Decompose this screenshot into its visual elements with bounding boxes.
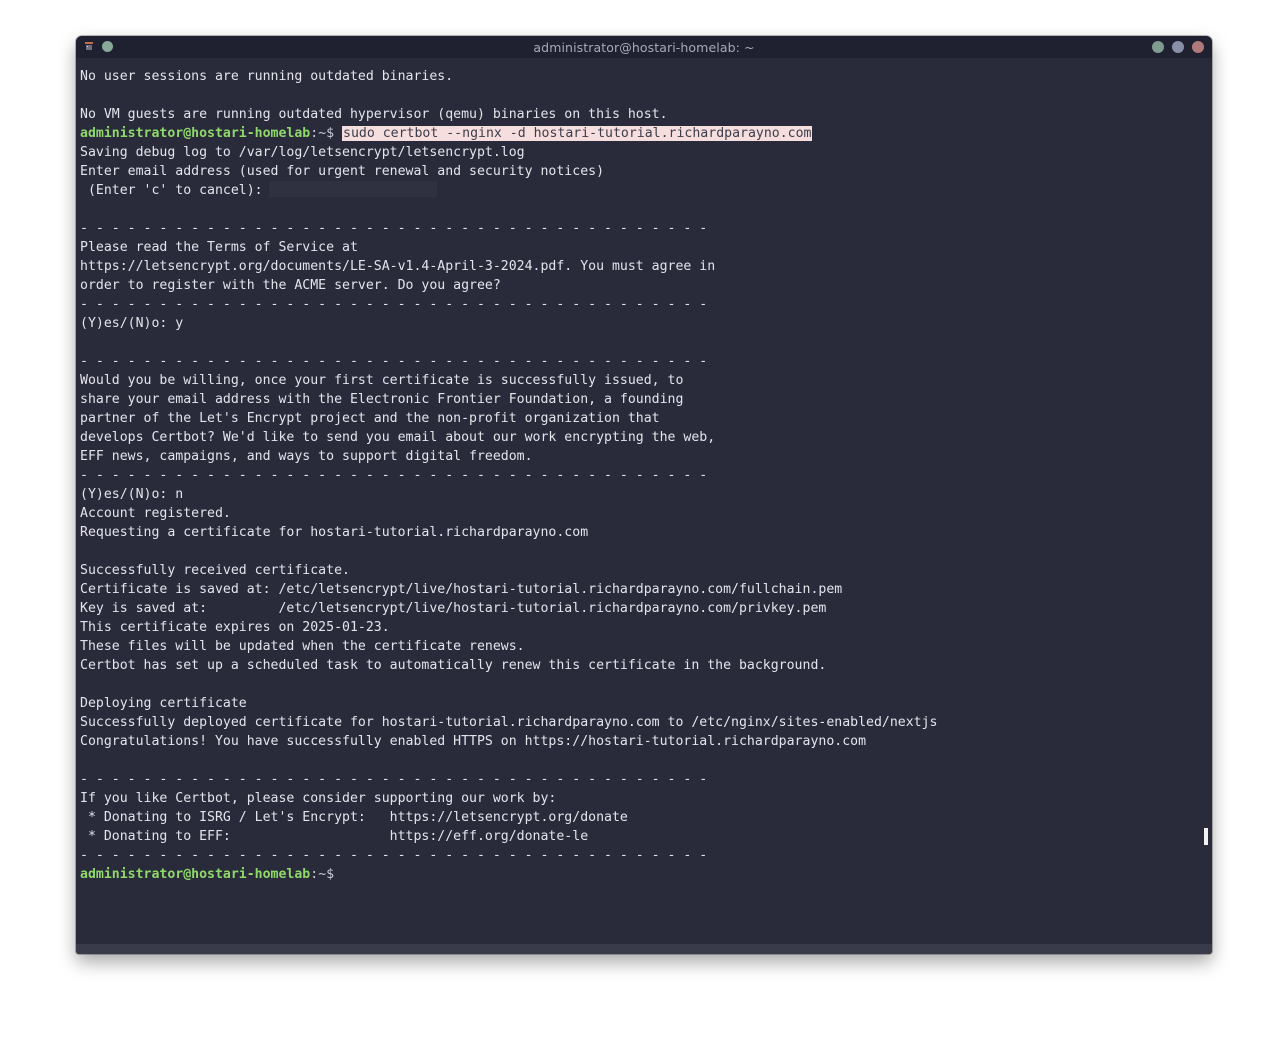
terminal-line: No user sessions are running outdated bi… bbox=[80, 69, 454, 84]
terminal-line: Deploying certificate bbox=[80, 696, 247, 711]
terminal-line: No VM guests are running outdated hyperv… bbox=[80, 107, 668, 122]
terminal-line: Enter email address (used for urgent ren… bbox=[80, 164, 605, 179]
terminal-line: Congratulations! You have successfully e… bbox=[80, 734, 867, 749]
terminal-line: Account registered. bbox=[80, 506, 231, 521]
window-controls bbox=[1152, 41, 1204, 53]
window-title: administrator@hostari-homelab: ~ bbox=[533, 39, 755, 55]
terminal-line: Successfully received certificate. bbox=[80, 563, 350, 578]
maximize-button[interactable] bbox=[1172, 41, 1184, 53]
prompt-suffix: :~$ bbox=[310, 126, 335, 141]
terminal-line: Would you be willing, once your first ce… bbox=[80, 373, 684, 388]
terminal-line: Requesting a certificate for hostari-tut… bbox=[80, 525, 589, 540]
prompt-user-host: administrator@hostari-homelab bbox=[80, 126, 311, 141]
terminal-line: * Donating to EFF: https://eff.org/donat… bbox=[80, 829, 589, 844]
terminal-line: EFF news, campaigns, and ways to support… bbox=[80, 449, 533, 464]
terminal-line: partner of the Let's Encrypt project and… bbox=[80, 411, 660, 426]
prompt-suffix: :~$ bbox=[310, 867, 335, 882]
terminal-line: Please read the Terms of Service at bbox=[80, 240, 358, 255]
highlighted-command[interactable]: sudo certbot --nginx -d hostari-tutorial… bbox=[342, 126, 813, 141]
terminal-line: - - - - - - - - - - - - - - - - - - - - … bbox=[80, 772, 708, 787]
prompt-line: administrator@hostari-homelab:~$ sudo ce… bbox=[80, 124, 937, 143]
terminal-line: - - - - - - - - - - - - - - - - - - - - … bbox=[80, 221, 708, 236]
terminal-line: (Y)es/(N)o: y bbox=[80, 316, 184, 331]
terminal-line: Certbot has set up a scheduled task to a… bbox=[80, 658, 827, 673]
minimize-button[interactable] bbox=[1152, 41, 1164, 53]
terminal-line: - - - - - - - - - - - - - - - - - - - - … bbox=[80, 297, 708, 312]
terminal-line: If you like Certbot, please consider sup… bbox=[80, 791, 557, 806]
terminal-window: administrator@hostari-homelab: ~ No user… bbox=[76, 36, 1212, 954]
terminal-line: order to register with the ACME server. … bbox=[80, 278, 501, 293]
terminal-line: - - - - - - - - - - - - - - - - - - - - … bbox=[80, 468, 708, 483]
email-prompt-line: (Enter 'c' to cancel): bbox=[80, 181, 937, 200]
redacted-email-field bbox=[268, 181, 437, 197]
terminal-app-icon[interactable] bbox=[84, 41, 94, 52]
terminal-line: These files will be updated when the cer… bbox=[80, 639, 525, 654]
terminal-line: * Donating to ISRG / Let's Encrypt: http… bbox=[80, 810, 628, 825]
terminal-line: https://letsencrypt.org/documents/LE-SA-… bbox=[80, 259, 716, 274]
scrollbar-thumb[interactable] bbox=[1204, 828, 1208, 845]
title-bar[interactable]: administrator@hostari-homelab: ~ bbox=[76, 36, 1212, 58]
terminal-line: develops Certbot? We'd like to send you … bbox=[80, 430, 716, 445]
terminal-line: Saving debug log to /var/log/letsencrypt… bbox=[80, 145, 525, 160]
terminal-line: Certificate is saved at: /etc/letsencryp… bbox=[80, 582, 843, 597]
prompt-user-host: administrator@hostari-homelab bbox=[80, 867, 311, 882]
terminal-line: - - - - - - - - - - - - - - - - - - - - … bbox=[80, 354, 708, 369]
terminal-line: This certificate expires on 2025-01-23. bbox=[80, 620, 390, 635]
keep-above-pin-icon[interactable] bbox=[102, 41, 113, 52]
terminal-output[interactable]: No user sessions are running outdated bi… bbox=[80, 67, 937, 884]
email-prompt-text: (Enter 'c' to cancel): bbox=[80, 183, 263, 198]
terminal-line: Key is saved at: /etc/letsencrypt/live/h… bbox=[80, 601, 827, 616]
title-bar-left-controls bbox=[84, 41, 113, 52]
close-button[interactable] bbox=[1192, 41, 1204, 53]
prompt-line: administrator@hostari-homelab:~$ bbox=[80, 865, 937, 884]
window-bottom-edge bbox=[76, 944, 1212, 954]
terminal-line: (Y)es/(N)o: n bbox=[80, 487, 184, 502]
terminal-line: - - - - - - - - - - - - - - - - - - - - … bbox=[80, 848, 708, 863]
terminal-line: Successfully deployed certificate for ho… bbox=[80, 715, 938, 730]
terminal-line: share your email address with the Electr… bbox=[80, 392, 684, 407]
